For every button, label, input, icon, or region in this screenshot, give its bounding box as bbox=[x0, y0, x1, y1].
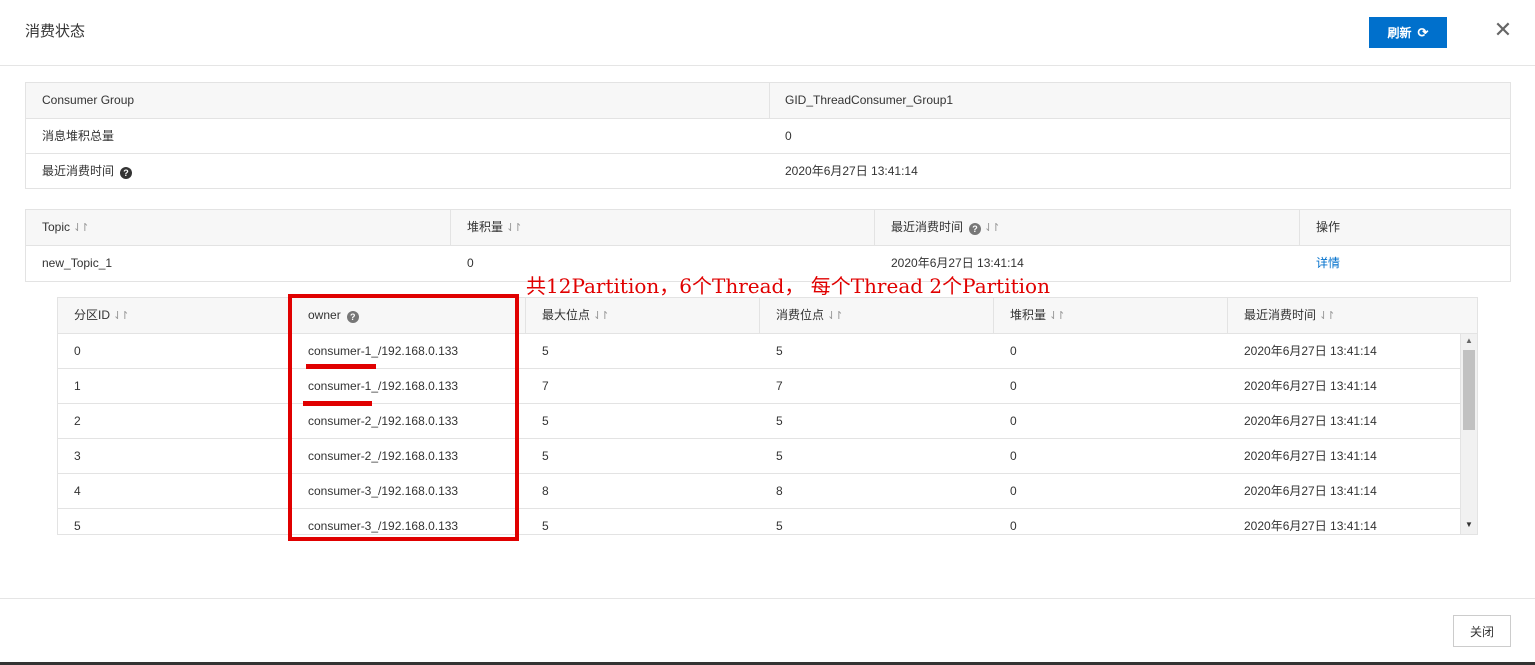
column-header-topic[interactable]: Topic ⇃↾ bbox=[26, 210, 451, 245]
table-row: 1 consumer-1_/192.168.0.133 7 7 0 2020年6月27日 … bbox=[58, 369, 1477, 404]
refresh-button[interactable]: 刷新 ⟳ bbox=[1369, 17, 1447, 48]
annotation-text: 共12Partition，6个Thread， 每个Thread 2个Partit… bbox=[526, 274, 1050, 298]
column-header-label: 堆积量 bbox=[1010, 308, 1047, 322]
table-row: 4 consumer-3_/192.168.0.133 8 8 0 2020年6月27日 … bbox=[58, 474, 1477, 509]
column-header-label: 消费位点 bbox=[776, 308, 825, 322]
sort-icon[interactable]: ⇃↾ bbox=[1319, 310, 1336, 322]
consumer-offset-cell: 8 bbox=[776, 484, 783, 498]
info-label: 消息堆积总量 bbox=[42, 129, 115, 143]
backlog-cell: 0 bbox=[1010, 519, 1017, 533]
table-row: 3 consumer-2_/192.168.0.133 5 5 0 2020年6月27日 … bbox=[58, 439, 1477, 474]
topic-cell: new_Topic_1 bbox=[42, 256, 113, 270]
consumer-offset-cell: 5 bbox=[776, 519, 783, 533]
sort-icon[interactable]: ⇃↾ bbox=[984, 222, 1001, 234]
scrollbar-thumb[interactable] bbox=[1463, 350, 1475, 430]
last-time-cell: 2020年6月27日 13:41:14 bbox=[1244, 449, 1377, 463]
partition-table-scrollbar[interactable]: ▲ ▼ bbox=[1460, 334, 1477, 534]
header-divider bbox=[0, 65, 1535, 66]
backlog-cell: 0 bbox=[1010, 449, 1017, 463]
partition-id-cell: 5 bbox=[74, 519, 81, 533]
sort-icon[interactable]: ⇃↾ bbox=[506, 222, 523, 234]
owner-highlight-box bbox=[288, 294, 519, 541]
column-header-backlog[interactable]: 堆积量 ⇃↾ bbox=[451, 210, 875, 245]
max-offset-cell: 8 bbox=[542, 484, 549, 498]
consumer-group-info-table: Consumer Group GID_ThreadConsumer_Group1… bbox=[25, 82, 1511, 189]
table-header-row: Topic ⇃↾ 堆积量 ⇃↾ 最近消费时间? ⇃↾ 操作 bbox=[26, 210, 1510, 246]
column-header-label: 堆积量 bbox=[467, 220, 504, 234]
sort-icon[interactable]: ⇃↾ bbox=[1049, 310, 1066, 322]
info-row: Consumer Group GID_ThreadConsumer_Group1 bbox=[26, 83, 1510, 118]
help-icon[interactable]: ? bbox=[120, 167, 133, 179]
table-row: 5 consumer-3_/192.168.0.133 5 5 0 2020年6月27日 … bbox=[58, 509, 1477, 534]
info-value: 2020年6月27日 13:41:14 bbox=[785, 164, 918, 178]
last-time-cell: 2020年6月27日 13:41:14 bbox=[1244, 519, 1377, 533]
sort-icon[interactable]: ⇃↾ bbox=[113, 310, 130, 322]
close-icon[interactable]: ✕ bbox=[1489, 16, 1517, 44]
partition-id-cell: 1 bbox=[74, 379, 81, 393]
column-header-consumer-offset[interactable]: 消费位点 ⇃↾ bbox=[760, 298, 994, 333]
sort-icon[interactable]: ⇃↾ bbox=[593, 310, 610, 322]
info-label: Consumer Group bbox=[26, 83, 770, 118]
dialog-title: 消费状态 bbox=[25, 23, 86, 40]
consumer-offset-cell: 5 bbox=[776, 414, 783, 428]
info-label-cell: 最近消费时间? bbox=[26, 154, 770, 188]
refresh-button-label: 刷新 bbox=[1387, 26, 1412, 40]
table-row: 2 consumer-2_/192.168.0.133 5 5 0 2020年6月27日 … bbox=[58, 404, 1477, 439]
scroll-down-arrow-icon[interactable]: ▼ bbox=[1461, 520, 1477, 532]
sort-icon[interactable]: ⇃↾ bbox=[827, 310, 844, 322]
underline-marker bbox=[303, 401, 372, 406]
consumer-offset-cell: 5 bbox=[776, 344, 783, 358]
max-offset-cell: 5 bbox=[542, 449, 549, 463]
backlog-cell: 0 bbox=[1010, 484, 1017, 498]
table-header-row: 分区ID ⇃↾ owner? 最大位点 ⇃↾ 消费位点 ⇃↾ 堆积量 ⇃↾ 最近消费时间… bbox=[58, 298, 1477, 334]
info-row: 消息堆积总量 0 bbox=[26, 118, 1510, 153]
last-time-cell: 2020年6月27日 13:41:14 bbox=[1244, 379, 1377, 393]
partition-id-cell: 0 bbox=[74, 344, 81, 358]
sort-icon[interactable]: ⇃↾ bbox=[73, 222, 90, 234]
backlog-cell: 0 bbox=[1010, 344, 1017, 358]
column-header-partition-id[interactable]: 分区ID ⇃↾ bbox=[58, 298, 292, 333]
table-row: 0 consumer-1_/192.168.0.133 5 5 0 2020年6月27日 … bbox=[58, 334, 1477, 369]
column-header-label: Topic bbox=[42, 220, 71, 234]
scroll-up-arrow-icon[interactable]: ▲ bbox=[1461, 336, 1477, 348]
column-header-label: 分区ID bbox=[74, 308, 111, 322]
max-offset-cell: 5 bbox=[542, 344, 549, 358]
max-offset-cell: 7 bbox=[542, 379, 549, 393]
last-time-cell: 2020年6月27日 13:41:14 bbox=[1244, 414, 1377, 428]
consumer-offset-cell: 7 bbox=[776, 379, 783, 393]
partition-id-cell: 4 bbox=[74, 484, 81, 498]
column-header-label: 最大位点 bbox=[542, 308, 591, 322]
backlog-cell: 0 bbox=[1010, 379, 1017, 393]
details-link[interactable]: 详情 bbox=[1316, 256, 1340, 270]
max-offset-cell: 5 bbox=[542, 519, 549, 533]
info-label: 最近消费时间 bbox=[42, 164, 115, 178]
max-offset-cell: 5 bbox=[542, 414, 549, 428]
column-header-label: 最近消费时间 bbox=[891, 220, 964, 234]
underline-marker bbox=[306, 364, 376, 369]
column-header-label: 最近消费时间 bbox=[1244, 308, 1317, 322]
refresh-icon: ⟳ bbox=[1417, 24, 1429, 40]
column-header-backlog[interactable]: 堆积量 ⇃↾ bbox=[994, 298, 1228, 333]
last-time-cell: 2020年6月27日 13:41:14 bbox=[1244, 484, 1377, 498]
help-icon[interactable]: ? bbox=[969, 223, 982, 235]
backlog-cell: 0 bbox=[1010, 414, 1017, 428]
info-value: 0 bbox=[785, 129, 792, 143]
info-value: GID_ThreadConsumer_Group1 bbox=[785, 93, 954, 107]
partition-table: 分区ID ⇃↾ owner? 最大位点 ⇃↾ 消费位点 ⇃↾ 堆积量 ⇃↾ 最近消费时间… bbox=[57, 297, 1478, 535]
column-header-last-time[interactable]: 最近消费时间 ⇃↾ bbox=[1228, 298, 1460, 333]
info-row: 最近消费时间? 2020年6月27日 13:41:14 bbox=[26, 153, 1510, 188]
partition-id-cell: 2 bbox=[74, 414, 81, 428]
last-time-cell: 2020年6月27日 13:41:14 bbox=[1244, 344, 1377, 358]
partition-id-cell: 3 bbox=[74, 449, 81, 463]
column-header-action: 操作 bbox=[1316, 220, 1341, 234]
close-button[interactable]: 关闭 bbox=[1453, 615, 1511, 647]
column-header-last-time[interactable]: 最近消费时间? ⇃↾ bbox=[875, 210, 1300, 245]
consumer-offset-cell: 5 bbox=[776, 449, 783, 463]
footer-divider bbox=[0, 598, 1535, 599]
column-header-max-offset[interactable]: 最大位点 ⇃↾ bbox=[526, 298, 760, 333]
